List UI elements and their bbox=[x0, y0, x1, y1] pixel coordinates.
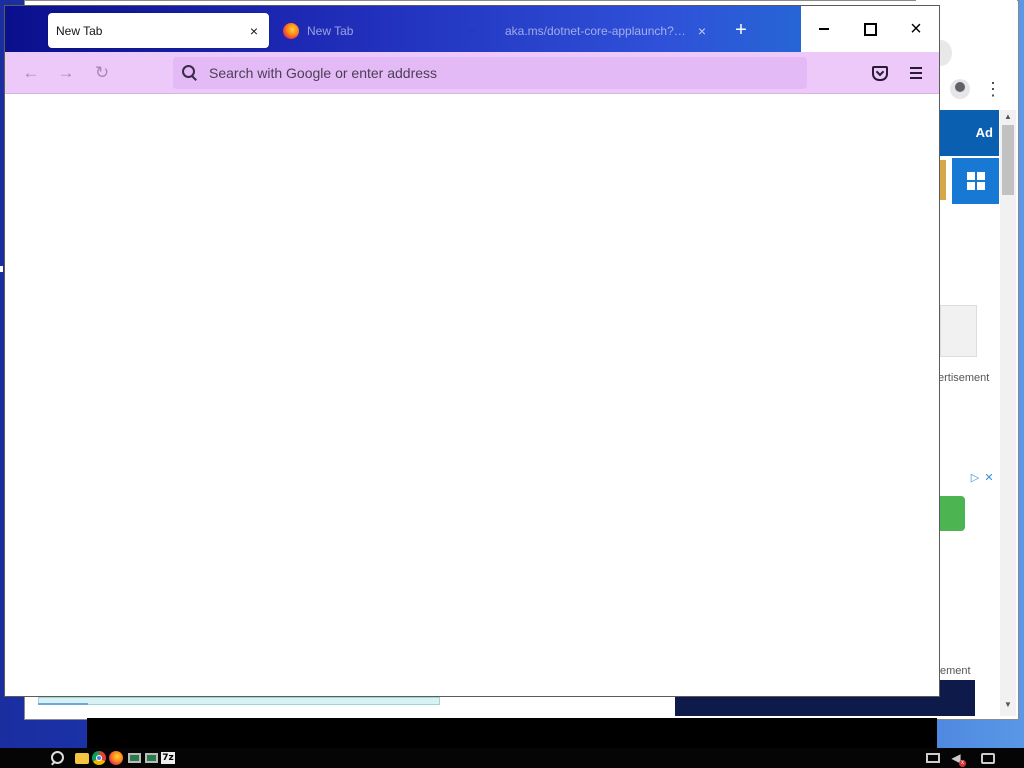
firefox-window: New Tab × New Tab × aka.ms/dotnet-core-a… bbox=[4, 5, 940, 697]
firefox-icon[interactable] bbox=[108, 750, 124, 766]
black-panel bbox=[87, 718, 937, 748]
reload-button[interactable]: ↻ bbox=[91, 62, 113, 84]
ad-green-button[interactable] bbox=[940, 496, 965, 531]
minimize-icon bbox=[819, 28, 829, 30]
tab-label: New Tab bbox=[307, 23, 354, 38]
ad-banner-edge bbox=[940, 160, 946, 200]
notification-icon[interactable] bbox=[980, 750, 996, 766]
chrome-menu-icon[interactable]: ⋮ bbox=[984, 78, 1002, 100]
close-icon: × bbox=[910, 18, 922, 40]
search-icon[interactable] bbox=[48, 750, 64, 766]
network-icon[interactable] bbox=[925, 750, 941, 766]
chrome-icon[interactable] bbox=[91, 750, 107, 766]
url-bar[interactable] bbox=[173, 57, 807, 89]
close-tab-icon[interactable]: × bbox=[691, 20, 713, 42]
window-controls: × bbox=[801, 6, 939, 52]
new-tab-button[interactable]: + bbox=[729, 19, 753, 43]
close-tab-icon[interactable]: × bbox=[243, 20, 265, 42]
monitor-icon-2[interactable] bbox=[143, 750, 159, 766]
scrollbar-thumb[interactable] bbox=[1002, 125, 1014, 195]
background-strip-accent bbox=[38, 703, 88, 705]
scroll-down-arrow-icon[interactable]: ▼ bbox=[1002, 700, 1014, 710]
close-tab-icon[interactable]: × bbox=[461, 20, 483, 42]
taskbar: 7z ◀ x bbox=[0, 748, 1024, 768]
tab-label: New Tab bbox=[56, 23, 103, 38]
firefox-icon bbox=[283, 22, 299, 39]
page-content[interactable] bbox=[5, 94, 939, 696]
background-progress-strip bbox=[38, 697, 440, 705]
tab-dotnet-applaunch[interactable]: aka.ms/dotnet-core-applaunch?missing × bbox=[495, 13, 717, 48]
ad-choices-icon[interactable]: ▷ bbox=[968, 471, 982, 485]
maximize-button[interactable] bbox=[847, 6, 893, 52]
scroll-up-arrow-icon[interactable]: ▲ bbox=[1002, 112, 1014, 122]
background-scrollbar[interactable] bbox=[1000, 110, 1016, 716]
back-button[interactable]: ← bbox=[20, 62, 42, 84]
advertisement-label: ertisement bbox=[938, 372, 990, 384]
tab-label: aka.ms/dotnet-core-applaunch?missing bbox=[505, 23, 691, 38]
tab-new-tab[interactable]: New Tab × bbox=[275, 13, 487, 48]
hamburger-menu-button[interactable] bbox=[905, 62, 927, 84]
ad-content-box bbox=[940, 305, 977, 357]
ad-header[interactable]: Ad bbox=[940, 110, 999, 156]
windows-icon bbox=[966, 172, 985, 190]
search-icon bbox=[181, 64, 199, 82]
forward-button[interactable]: → bbox=[55, 62, 77, 84]
ad-close-icon[interactable]: ✕ bbox=[982, 471, 996, 485]
close-window-button[interactable]: × bbox=[893, 6, 939, 52]
maximize-icon bbox=[863, 22, 877, 36]
pocket-icon bbox=[872, 65, 888, 81]
windows-logo-tile[interactable] bbox=[952, 158, 999, 204]
monitor-icon[interactable] bbox=[126, 750, 142, 766]
advertisement-label-2: ement bbox=[940, 665, 971, 677]
profile-icon[interactable] bbox=[950, 79, 970, 99]
tab-new-tab-active[interactable]: New Tab × bbox=[48, 13, 269, 48]
file-explorer-icon[interactable] bbox=[74, 750, 90, 766]
pocket-button[interactable] bbox=[869, 62, 891, 84]
left-edge-marker bbox=[0, 266, 3, 272]
navigation-toolbar: ← → ↻ bbox=[5, 52, 939, 94]
volume-muted-icon[interactable]: ◀ x bbox=[948, 750, 966, 767]
7zip-icon[interactable]: 7z bbox=[160, 750, 176, 766]
address-input[interactable] bbox=[207, 64, 807, 82]
ad-choices[interactable]: ▷ ✕ bbox=[968, 468, 1000, 484]
tab-bar: New Tab × New Tab × aka.ms/dotnet-core-a… bbox=[5, 6, 939, 52]
minimize-button[interactable] bbox=[801, 6, 847, 52]
